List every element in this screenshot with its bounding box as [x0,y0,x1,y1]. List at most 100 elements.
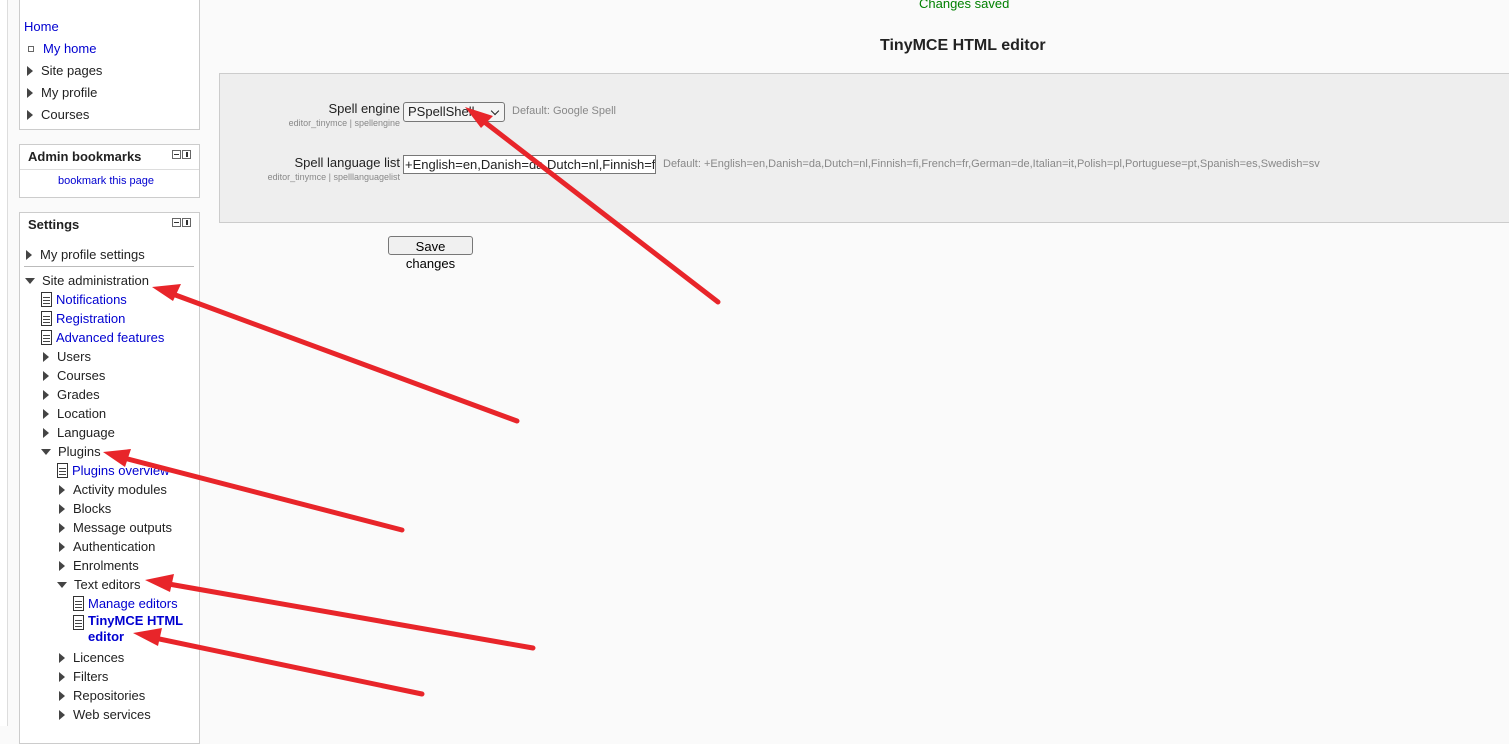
tinymce-label-line2[interactable]: editor [88,629,124,644]
expand-arrow-icon[interactable] [59,541,65,552]
blocks-label[interactable]: Blocks [73,501,111,516]
expand-arrow-icon[interactable] [59,503,65,514]
nav-my-home-label[interactable]: My home [43,41,96,56]
expand-arrow-icon[interactable] [43,351,49,362]
admin-item-advanced-features[interactable]: Advanced features [41,328,164,347]
activity-modules-label[interactable]: Activity modules [73,482,167,497]
arrow-to-text-editors [160,580,536,651]
manage-editors-label[interactable]: Manage editors [88,596,178,611]
window-left-edge [0,0,8,726]
filters-label[interactable]: Filters [73,669,108,684]
text-editors-item-tinymce-current[interactable]: TinyMCE HTML editor [73,613,183,647]
expand-arrow-icon[interactable] [59,522,65,533]
site-administration-label[interactable]: Site administration [42,273,149,288]
expand-arrow-icon[interactable] [59,652,65,663]
enrolments-label[interactable]: Enrolments [73,558,139,573]
admin-item-location[interactable]: Location [43,404,106,423]
nav-item-home[interactable]: Home [24,17,59,36]
users-label[interactable]: Users [57,349,91,364]
plugins-item-activity-modules[interactable]: Activity modules [59,480,167,499]
plugins-item-text-editors[interactable]: Text editors [57,575,140,594]
plugins-item-authentication[interactable]: Authentication [59,537,155,556]
plugins-item-filters[interactable]: Filters [59,667,108,686]
nav-my-profile-label[interactable]: My profile [41,85,97,100]
spell-language-input[interactable]: +English=en,Danish=da,Dutch=nl,Finnish=f… [403,155,656,174]
courses-label[interactable]: Courses [57,368,105,383]
plugins-item-overview[interactable]: Plugins overview [57,461,170,480]
plugins-item-blocks[interactable]: Blocks [59,499,111,518]
expand-arrow-icon[interactable] [27,109,33,120]
expand-arrow-icon[interactable] [43,389,49,400]
admin-item-users[interactable]: Users [43,347,91,366]
expand-arrow-icon[interactable] [26,249,32,260]
plugins-label[interactable]: Plugins [58,444,101,459]
advanced-features-label[interactable]: Advanced features [56,330,164,345]
location-label[interactable]: Location [57,406,106,421]
nav-item-courses[interactable]: Courses [27,105,89,124]
admin-item-language[interactable]: Language [43,423,115,442]
page-icon [41,330,52,346]
plugins-overview-label[interactable]: Plugins overview [72,463,170,478]
licences-label[interactable]: Licences [73,650,124,665]
spell-engine-value[interactable]: PSpellShell [408,104,475,119]
expand-arrow-icon[interactable] [43,427,49,438]
spell-engine-label-group: Spell engine editor_tinymce | spellengin… [289,101,400,128]
collapse-block-icon[interactable] [172,218,181,227]
expand-arrow-icon[interactable] [43,408,49,419]
expand-arrow-icon[interactable] [59,671,65,682]
collapse-arrow-icon[interactable] [41,448,51,455]
chevron-down-icon[interactable] [490,106,500,116]
nav-courses-label[interactable]: Courses [41,107,89,122]
expand-arrow-icon[interactable] [59,709,65,720]
collapse-block-icon[interactable] [172,150,181,159]
save-changes-button[interactable]: Save changes [388,236,473,271]
collapse-arrow-icon[interactable] [25,277,35,284]
block-controls [172,150,191,159]
nav-home-label[interactable]: Home [24,19,59,34]
notifications-label[interactable]: Notifications [56,292,127,307]
expand-arrow-icon[interactable] [27,87,33,98]
expand-arrow-icon[interactable] [59,484,65,495]
language-label[interactable]: Language [57,425,115,440]
dock-block-icon[interactable] [182,150,191,159]
spell-engine-select[interactable]: PSpellShell [403,102,505,122]
bookmark-this-page-link[interactable]: bookmark this page [58,175,154,187]
settings-item-my-profile-settings[interactable]: My profile settings [26,245,145,264]
my-profile-settings-label[interactable]: My profile settings [40,247,145,262]
nav-site-pages-label[interactable]: Site pages [41,63,102,78]
nav-item-site-pages[interactable]: Site pages [27,61,102,80]
grades-label[interactable]: Grades [57,387,100,402]
plugins-item-repositories[interactable]: Repositories [59,686,145,705]
web-services-label[interactable]: Web services [73,707,151,722]
plugins-item-message-outputs[interactable]: Message outputs [59,518,172,537]
plugins-item-licences[interactable]: Licences [59,648,124,667]
text-editors-item-manage-editors[interactable]: Manage editors [73,594,178,613]
admin-item-notifications[interactable]: Notifications [41,290,127,309]
admin-item-plugins[interactable]: Plugins [41,442,101,461]
expand-arrow-icon[interactable] [43,370,49,381]
bullet-icon [28,45,34,52]
expand-arrow-icon[interactable] [59,690,65,701]
registration-label[interactable]: Registration [56,311,125,326]
dock-block-icon[interactable] [182,218,191,227]
tinymce-label-line1[interactable]: TinyMCE HTML [88,613,183,628]
expand-arrow-icon[interactable] [59,560,65,571]
repositories-label[interactable]: Repositories [73,688,145,703]
admin-item-courses[interactable]: Courses [43,366,105,385]
plugins-item-web-services[interactable]: Web services [59,705,151,724]
message-outputs-label[interactable]: Message outputs [73,520,172,535]
collapse-arrow-icon[interactable] [57,581,67,588]
nav-item-my-profile[interactable]: My profile [27,83,97,102]
plugins-item-enrolments[interactable]: Enrolments [59,556,139,575]
authentication-label[interactable]: Authentication [73,539,155,554]
block-controls [172,218,191,227]
spell-language-label-group: Spell language list editor_tinymce | spe… [268,155,400,182]
settings-item-site-administration[interactable]: Site administration [25,271,149,290]
text-editors-label[interactable]: Text editors [74,577,140,592]
admin-item-registration[interactable]: Registration [41,309,125,328]
nav-item-my-home[interactable]: My home [26,39,96,58]
page-icon [41,311,52,327]
admin-item-grades[interactable]: Grades [43,385,100,404]
expand-arrow-icon[interactable] [27,65,33,76]
tinymce-current-label[interactable]: TinyMCE HTML editor [88,613,183,645]
